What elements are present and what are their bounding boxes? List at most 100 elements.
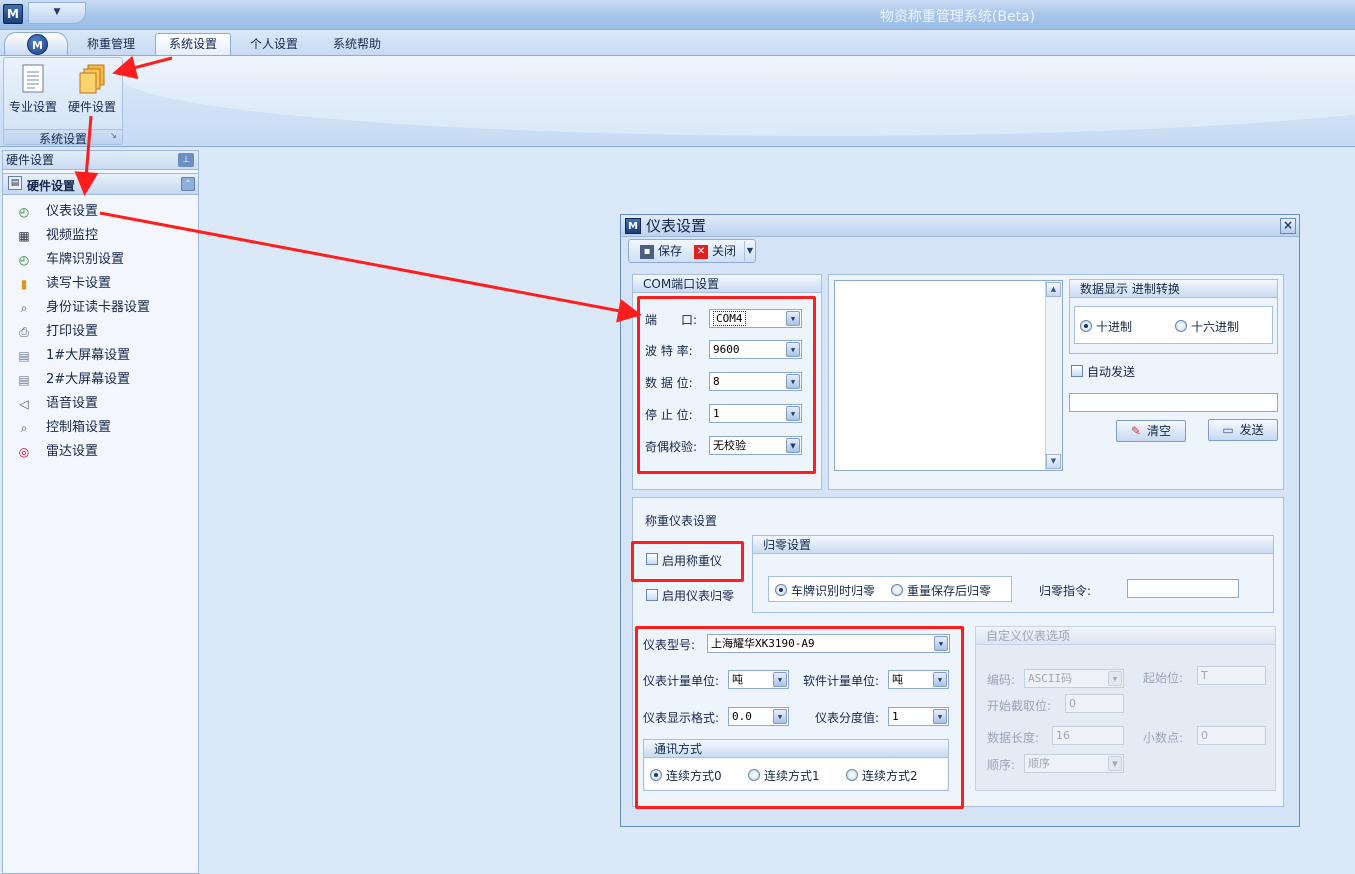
decimal-point-input[interactable]: 0 (1197, 726, 1266, 745)
annotation-box-meter (635, 626, 964, 809)
encoding-value: ASCII码 (1028, 672, 1073, 685)
begin-pos-input[interactable]: 0 (1065, 694, 1124, 713)
pin-icon[interactable]: ⊥ (178, 153, 194, 167)
com-port-header: COM端口设置 (633, 275, 821, 293)
collapse-icon[interactable]: ⌃ (181, 177, 195, 191)
sidebar-item-control-box[interactable]: ⌕ 控制箱设置 (16, 418, 111, 438)
weighing-section-label: 称重仪表设置 (645, 514, 718, 528)
order-label: 顺序: (987, 758, 1016, 772)
zero-on-plate-radio[interactable] (775, 584, 787, 596)
zero-after-save-label: 重量保存后归零 (907, 584, 992, 598)
sidebar-item-radar[interactable]: ◎ 雷达设置 (16, 442, 98, 462)
group-icon: ▤ (8, 176, 22, 190)
receive-scrollbar[interactable] (1045, 281, 1062, 470)
data-length-input[interactable]: 16 (1052, 726, 1124, 745)
clear-button[interactable]: ✎ 清空 (1116, 420, 1186, 442)
tab-personal-settings[interactable]: 个人设置 (236, 33, 312, 55)
tab-weighing[interactable]: 称重管理 (70, 33, 152, 55)
zero-command-input[interactable] (1127, 579, 1239, 598)
sidebar-item-idcard[interactable]: ⌕ 身份证读卡器设置 (16, 298, 150, 318)
send-input[interactable] (1069, 393, 1278, 412)
order-select[interactable]: 顺序 ▼ (1024, 754, 1124, 773)
sidebar-item-label: 1#大屏幕设置 (46, 348, 131, 363)
dialog-launcher-icon[interactable]: ↘ (110, 131, 120, 141)
sidebar-item-screen1[interactable]: ▤ 1#大屏幕设置 (16, 346, 130, 366)
sidebar-item-label: 读写卡设置 (46, 276, 112, 291)
document-icon: ▤ (18, 372, 30, 387)
auto-send-checkbox[interactable] (1071, 365, 1083, 377)
decimal-label: 十进制 (1096, 320, 1133, 334)
encoding-select[interactable]: ASCII码 ▼ (1024, 669, 1124, 688)
order-value: 顺序 (1028, 757, 1050, 770)
ribbon-group-label: 系统设置 (4, 129, 122, 146)
window-title: 物资称重管理系统(Beta) (879, 9, 1036, 25)
sidebar-item-voice[interactable]: ◁ 语音设置 (16, 394, 98, 414)
close-label: 关闭 (712, 244, 737, 258)
custom-options-header: 自定义仪表选项 (976, 627, 1275, 645)
search-icon: ⌕ (20, 300, 28, 315)
sidebar-item-label: 视频监控 (46, 228, 99, 243)
search-icon: ⌕ (20, 420, 28, 435)
card-icon: ▮ (20, 276, 28, 291)
sidebar-item-label: 语音设置 (46, 396, 99, 411)
annotation-box-com (637, 296, 816, 474)
decimal-point-label: 小数点: (1143, 731, 1184, 745)
zero-after-save-radio[interactable] (891, 584, 903, 596)
data-length-label: 数据长度: (987, 731, 1040, 745)
tab-system-help[interactable]: 系统帮助 (316, 33, 398, 55)
document-icon (22, 64, 44, 93)
sidebar-item-print[interactable]: ⎙ 打印设置 (16, 322, 98, 342)
radix-header: 数据显示 进制转换 (1070, 280, 1277, 298)
sidebar-item-label: 雷达设置 (46, 444, 99, 459)
sidebar-item-label: 2#大屏幕设置 (46, 372, 131, 387)
scroll-down-icon[interactable]: ▼ (1046, 454, 1061, 469)
gauge-icon: ◴ (18, 252, 30, 267)
send-button[interactable]: ▭ 发送 (1208, 419, 1278, 441)
sidebar-item-plate[interactable]: ◴ 车牌识别设置 (16, 250, 124, 270)
hardware-settings-button[interactable]: 硬件设置 (63, 60, 121, 124)
app-orb-icon: M (27, 34, 48, 55)
dialog-close-icon[interactable]: × (1280, 218, 1296, 234)
pro-settings-label: 专业设置 (8, 100, 57, 114)
pro-settings-button[interactable]: 专业设置 (5, 60, 61, 124)
encoding-label: 编码: (987, 673, 1016, 687)
dialog-title: 仪表设置 (646, 217, 707, 235)
hex-radio[interactable] (1175, 320, 1187, 332)
close-icon: ✕ (694, 244, 708, 259)
chevron-down-icon: ▼ (1108, 671, 1122, 686)
folders-icon (79, 64, 105, 94)
decimal-radio[interactable] (1080, 320, 1092, 332)
start-bit-input[interactable]: T (1197, 666, 1266, 685)
save-button[interactable]: ▪ 保存 (640, 241, 682, 261)
application-button[interactable]: M (4, 32, 68, 56)
scroll-up-icon[interactable]: ▲ (1046, 282, 1061, 297)
annotation-box-enable (631, 541, 744, 582)
sidebar-item-card[interactable]: ▮ 读写卡设置 (16, 274, 111, 294)
tab-system-settings[interactable]: 系统设置 (155, 33, 231, 55)
sidebar-item-label: 打印设置 (46, 324, 99, 339)
film-icon: ▦ (18, 228, 30, 243)
start-bit-label: 起始位: (1143, 671, 1184, 685)
zero-on-plate-label: 车牌识别时归零 (791, 584, 876, 598)
sidebar-item-label: 身份证读卡器设置 (46, 300, 151, 315)
sidebar-item-video[interactable]: ▦ 视频监控 (16, 226, 98, 246)
enable-meter-zero-checkbox[interactable] (646, 589, 658, 601)
toolbar-dropdown-icon[interactable]: ▼ (744, 241, 755, 261)
begin-pos-label: 开始截取位: (987, 699, 1052, 713)
sidebar-item-meter[interactable]: ◴ 仪表设置 (16, 202, 98, 222)
sidebar-title: 硬件设置 (3, 151, 198, 170)
hardware-settings-label: 硬件设置 (67, 100, 116, 114)
sidebar-item-label: 控制箱设置 (46, 420, 112, 435)
radar-icon: ◎ (18, 444, 30, 459)
clear-label: 清空 (1147, 424, 1172, 438)
gauge-icon: ◴ (18, 204, 30, 219)
sidebar-item-label: 车牌识别设置 (46, 252, 125, 267)
eraser-icon: ✎ (1130, 424, 1142, 438)
printer-icon: ⎙ (19, 324, 29, 339)
save-icon: ▪ (640, 244, 654, 259)
enable-meter-zero-label: 启用仪表归零 (662, 589, 735, 603)
save-label: 保存 (658, 244, 683, 258)
receive-textarea[interactable] (834, 280, 1063, 471)
sidebar-item-screen2[interactable]: ▤ 2#大屏幕设置 (16, 370, 130, 390)
close-button[interactable]: ✕ 关闭 (694, 241, 736, 261)
